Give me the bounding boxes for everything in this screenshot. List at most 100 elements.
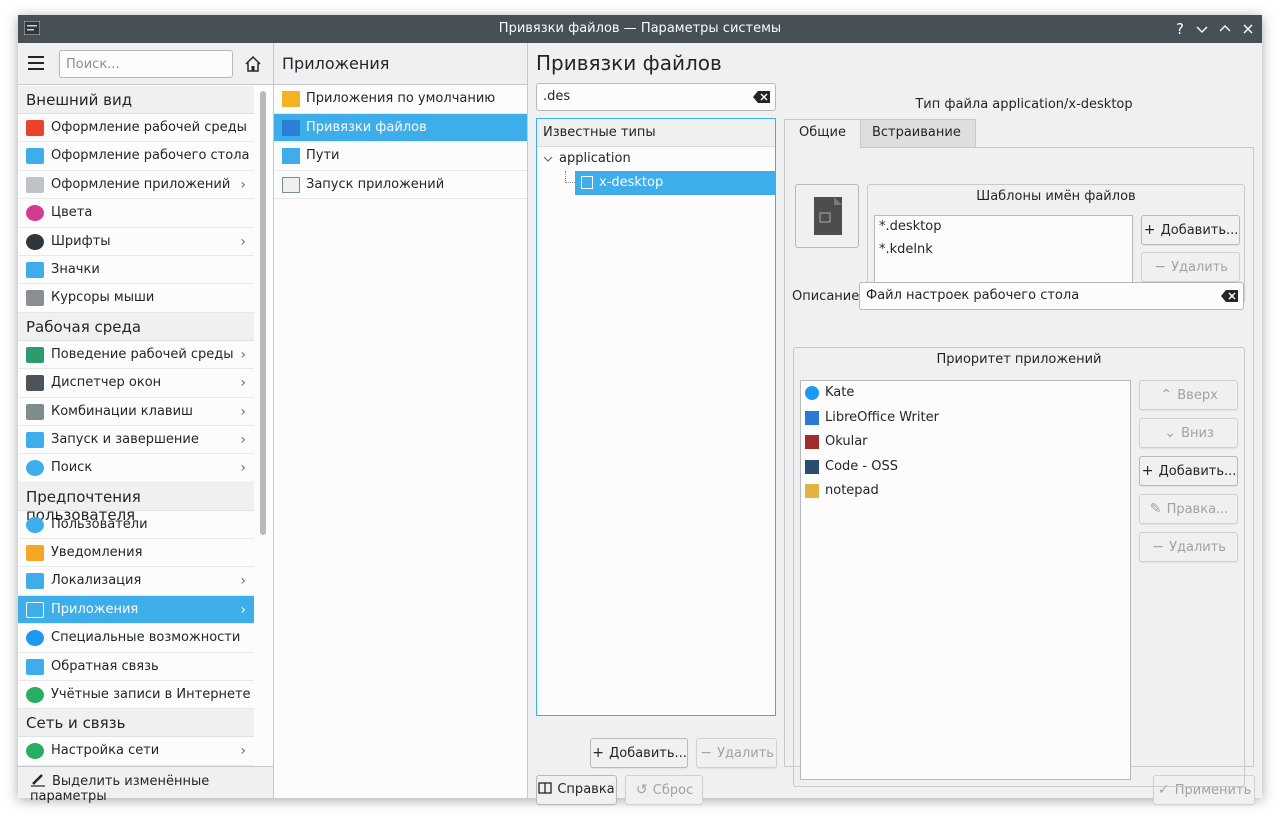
clear-icon[interactable] bbox=[753, 90, 771, 104]
minus-icon: − bbox=[1154, 259, 1166, 275]
move-up-button[interactable]: ⌃ Вверх bbox=[1139, 380, 1238, 410]
chevron-right-icon: › bbox=[240, 743, 246, 760]
subcategory-item[interactable]: Пути bbox=[274, 142, 527, 171]
remove-pattern-button[interactable]: − Удалить bbox=[1141, 252, 1240, 282]
sidebar-item[interactable]: Оформление рабочей среды bbox=[18, 114, 254, 143]
accessibility-icon bbox=[26, 630, 44, 647]
tab-embedding[interactable]: Встраивание bbox=[856, 119, 976, 147]
network-icon bbox=[26, 743, 44, 760]
known-types-tree[interactable]: Известные типы application x-desktop bbox=[536, 118, 776, 716]
plasma-theme-icon bbox=[26, 120, 44, 136]
subcategory-item[interactable]: Привязки файлов bbox=[274, 113, 527, 142]
description-value: Файл настроек рабочего стола bbox=[866, 288, 1080, 303]
list-item[interactable]: *.desktop bbox=[875, 216, 1132, 239]
sidebar-item-label: Приложения bbox=[51, 601, 139, 617]
notepad-icon bbox=[805, 484, 819, 498]
highlight-changed-button[interactable]: Выделить изменённые параметры bbox=[30, 773, 273, 804]
sidebar-item[interactable]: Локализация › bbox=[18, 567, 254, 596]
home-icon[interactable] bbox=[244, 55, 262, 73]
priority-title: Приоритет приложений bbox=[936, 352, 1102, 367]
sidebar-item[interactable]: Курсоры мыши bbox=[18, 284, 254, 313]
sidebar-item[interactable]: Значки bbox=[18, 256, 254, 285]
close-icon[interactable] bbox=[1238, 19, 1258, 39]
sidebar-item[interactable]: Шрифты › bbox=[18, 228, 254, 256]
arrow-down-icon: ⌄ bbox=[1164, 425, 1176, 441]
tree-node-application[interactable]: application bbox=[537, 147, 775, 171]
tree-header: Известные типы bbox=[537, 119, 775, 147]
kate-icon bbox=[805, 386, 819, 400]
type-filter-input[interactable]: .des bbox=[536, 83, 776, 111]
add-type-button[interactable]: + Добавить... bbox=[590, 738, 688, 768]
sidebar-item[interactable]: Обратная связь bbox=[18, 653, 254, 682]
expand-arrow-icon[interactable] bbox=[543, 147, 553, 181]
pencil-icon: ✎ bbox=[1149, 501, 1162, 517]
hamburger-menu-icon[interactable] bbox=[28, 56, 48, 72]
help-icon[interactable]: ? bbox=[1170, 19, 1190, 39]
search-input[interactable] bbox=[59, 50, 233, 78]
clear-icon[interactable] bbox=[1221, 289, 1239, 303]
sidebar-item[interactable]: Специальные возможности bbox=[18, 624, 254, 653]
sidebar-item[interactable]: Диспетчер окон › bbox=[18, 369, 254, 398]
list-item[interactable]: Kate bbox=[801, 381, 1130, 406]
sidebar-item[interactable]: Приложения › bbox=[18, 595, 254, 625]
minimize-icon[interactable] bbox=[1192, 19, 1212, 39]
sidebar-item[interactable]: Поиск › bbox=[18, 454, 254, 483]
sidebar-scrollbar[interactable] bbox=[260, 91, 266, 535]
title-bar: Привязки файлов — Параметры системы ? bbox=[18, 15, 1262, 43]
applications-icon bbox=[26, 601, 44, 618]
app-label: notepad bbox=[825, 483, 879, 498]
add-app-button[interactable]: + Добавить... bbox=[1139, 456, 1238, 486]
chevron-right-icon: › bbox=[240, 233, 246, 250]
list-item[interactable]: Okular bbox=[801, 430, 1130, 455]
plus-icon: + bbox=[1143, 222, 1156, 238]
search-icon bbox=[26, 460, 44, 477]
remove-type-button[interactable]: − Удалить bbox=[696, 738, 777, 768]
edit-app-button[interactable]: ✎ Правка... bbox=[1139, 494, 1238, 524]
star-icon bbox=[282, 91, 300, 107]
chevron-right-icon: › bbox=[240, 601, 246, 618]
sidebar-item-label: Специальные возможности bbox=[51, 630, 241, 646]
launch-feedback-icon bbox=[282, 176, 300, 193]
help-button[interactable]: Справка bbox=[536, 775, 617, 805]
sidebar: Внешний вид Оформление рабочей среды Оформ… bbox=[18, 43, 274, 804]
tab-general[interactable]: Общие bbox=[784, 119, 861, 148]
sidebar-item[interactable]: Уведомления bbox=[18, 539, 254, 568]
sidebar-item[interactable]: Оформление приложений › bbox=[18, 171, 254, 200]
sidebar-item[interactable]: Учётные записи в Интернете bbox=[18, 681, 254, 710]
sidebar-item[interactable]: Комбинации клавиш › bbox=[18, 398, 254, 426]
sidebar-category: Сеть и связь bbox=[18, 709, 254, 738]
list-item[interactable]: *.kdelnk bbox=[875, 239, 1132, 262]
plus-icon: + bbox=[1141, 463, 1154, 479]
list-item[interactable]: Code - OSS bbox=[801, 455, 1130, 480]
reset-button[interactable]: ↺ Сброс bbox=[625, 775, 703, 805]
sidebar-item[interactable]: Цвета bbox=[18, 199, 254, 228]
sidebar-toolbar bbox=[18, 43, 273, 85]
subcategory-item-label: Запуск приложений bbox=[306, 176, 445, 192]
sidebar-item[interactable]: Пользователи bbox=[18, 511, 254, 540]
tree-node-x-desktop[interactable]: x-desktop bbox=[575, 171, 775, 195]
sidebar-item[interactable]: Настройка сети › bbox=[18, 737, 254, 766]
chevron-right-icon: › bbox=[240, 375, 246, 392]
subcategory-item[interactable]: Приложения по умолчанию bbox=[274, 85, 527, 114]
list-item[interactable]: LibreOffice Writer bbox=[801, 406, 1130, 431]
list-item[interactable]: notepad bbox=[801, 479, 1130, 504]
move-down-button[interactable]: ⌄ Вниз bbox=[1139, 418, 1238, 448]
file-icon-button[interactable] bbox=[795, 184, 859, 248]
feedback-icon bbox=[26, 658, 44, 675]
remove-app-button[interactable]: − Удалить bbox=[1139, 532, 1238, 562]
sidebar-item[interactable]: Запуск и завершение › bbox=[18, 426, 254, 455]
general-tab-pane: Шаблоны имён файлов *.desktop *.kdelnk +… bbox=[784, 147, 1254, 787]
maximize-icon[interactable] bbox=[1215, 19, 1235, 39]
app-style-icon bbox=[26, 176, 44, 193]
online-accounts-icon bbox=[26, 687, 44, 704]
sidebar-item[interactable]: Поведение рабочей среды › bbox=[18, 341, 254, 370]
chevron-right-icon: › bbox=[240, 403, 246, 420]
description-input[interactable]: Файл настроек рабочего стола bbox=[859, 282, 1244, 310]
app-priority-list[interactable]: Kate LibreOffice Writer Okular Code - OSS no… bbox=[800, 380, 1131, 780]
add-pattern-button[interactable]: + Добавить... bbox=[1141, 215, 1240, 245]
description-label: Описание: bbox=[792, 289, 864, 304]
sidebar-item-label: Шрифты bbox=[51, 233, 111, 249]
sidebar-item[interactable]: Оформление рабочего стола bbox=[18, 142, 254, 171]
subcategory-item[interactable]: Запуск приложений bbox=[274, 171, 527, 199]
help-icon bbox=[538, 782, 553, 794]
